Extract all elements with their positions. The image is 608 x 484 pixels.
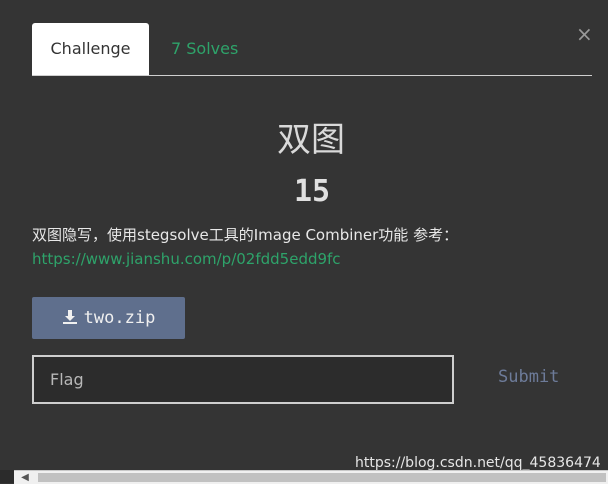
submit-button[interactable]: Submit: [498, 367, 559, 387]
download-icon: [62, 310, 77, 324]
close-icon[interactable]: ×: [576, 24, 593, 44]
tab-solves[interactable]: 7 Solves: [171, 23, 238, 75]
reference-link[interactable]: https://www.jianshu.com/p/02fdd5edd9fc: [32, 250, 341, 268]
page-edge: [0, 470, 14, 483]
flag-input[interactable]: [32, 355, 454, 404]
tab-challenge[interactable]: Challenge: [32, 23, 149, 75]
challenge-points: 15: [293, 174, 331, 209]
scroll-left-arrow-icon[interactable]: ◀: [14, 471, 36, 484]
tab-bar: Challenge 7 Solves: [32, 23, 592, 76]
download-file-button[interactable]: two.zip: [32, 297, 185, 339]
horizontal-scrollbar[interactable]: ◀: [14, 470, 608, 484]
scrollbar-thumb[interactable]: [38, 473, 606, 482]
challenge-title: 双图: [277, 120, 345, 160]
file-name: two.zip: [83, 308, 156, 328]
challenge-description: 双图隐写，使用stegsolve工具的Image Combiner功能 参考：: [32, 226, 459, 244]
watermark-text: https://blog.csdn.net/qq_45836474: [355, 455, 601, 471]
